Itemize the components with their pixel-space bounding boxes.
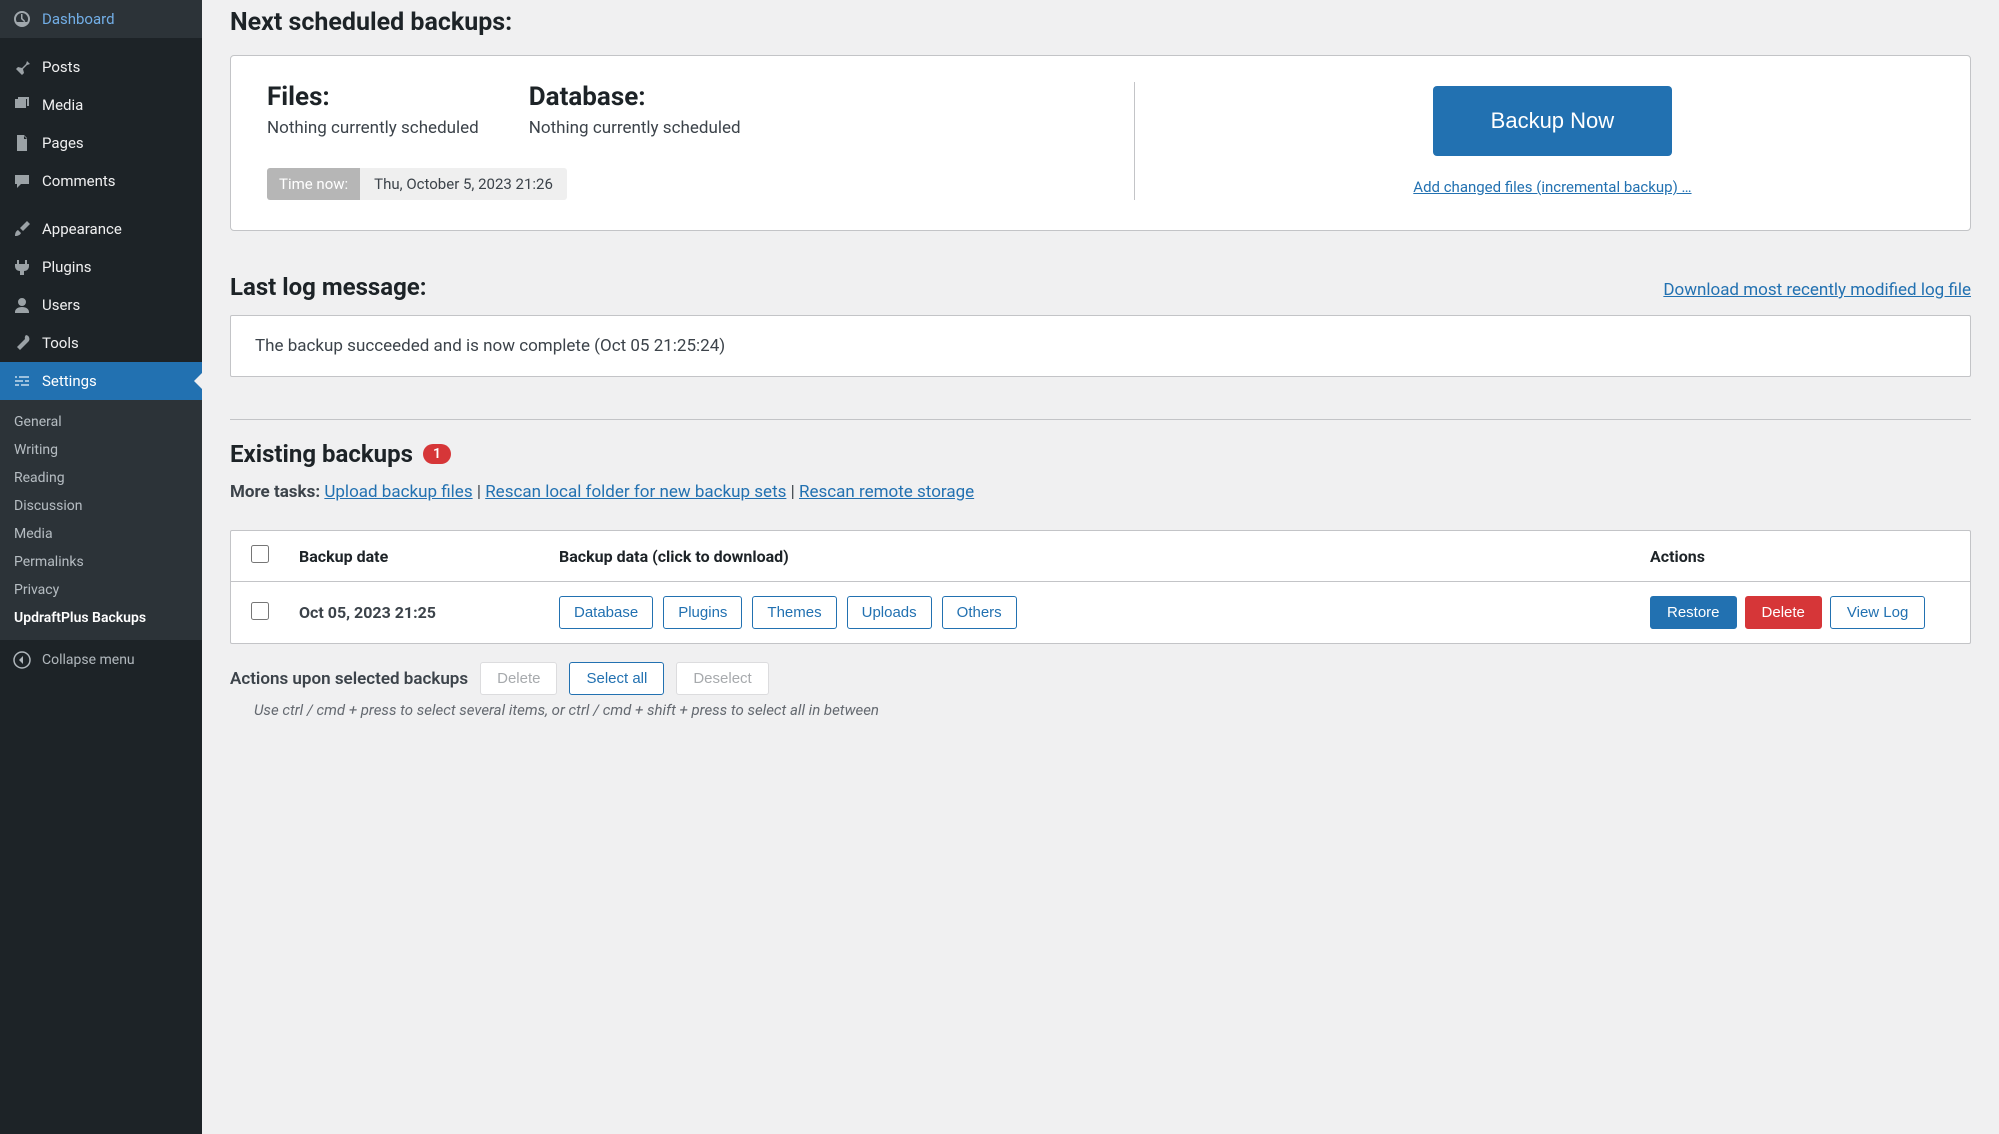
pill-themes[interactable]: Themes — [752, 596, 836, 629]
row-checkbox[interactable] — [251, 602, 269, 620]
sidebar-label: Users — [42, 296, 80, 314]
pill-uploads[interactable]: Uploads — [847, 596, 932, 629]
collapse-label: Collapse menu — [42, 652, 135, 668]
pill-plugins[interactable]: Plugins — [663, 596, 742, 629]
sidebar-label: Tools — [42, 334, 79, 352]
view-log-button[interactable]: View Log — [1830, 596, 1925, 629]
delete-button[interactable]: Delete — [1745, 596, 1822, 629]
bulk-label: Actions upon selected backups — [230, 669, 468, 689]
backup-now-button[interactable]: Backup Now — [1433, 86, 1673, 156]
rescan-remote-link[interactable]: Rescan remote storage — [799, 482, 974, 502]
bulk-delete-button[interactable]: Delete — [480, 662, 557, 695]
bulk-hint: Use ctrl / cmd + press to select several… — [230, 701, 1971, 719]
media-icon — [12, 95, 32, 115]
db-value: Nothing currently scheduled — [529, 118, 741, 138]
last-log-heading: Last log message: — [230, 273, 427, 301]
submenu-writing[interactable]: Writing — [0, 436, 202, 464]
incremental-backup-link[interactable]: Add changed files (incremental backup) … — [1413, 178, 1691, 196]
collapse-icon — [12, 650, 32, 670]
sidebar-item-settings[interactable]: Settings — [0, 362, 202, 400]
download-log-link[interactable]: Download most recently modified log file — [1663, 280, 1971, 300]
wrench-icon — [12, 333, 32, 353]
rescan-local-link[interactable]: Rescan local folder for new backup sets — [485, 482, 786, 502]
col-date-header: Backup date — [299, 547, 559, 566]
upload-backup-link[interactable]: Upload backup files — [324, 482, 472, 502]
sidebar-label: Settings — [42, 372, 97, 390]
bulk-actions: Actions upon selected backups Delete Sel… — [230, 662, 1971, 695]
backup-table: Backup date Backup data (click to downlo… — [230, 530, 1971, 644]
time-now: Time now: Thu, October 5, 2023 21:26 — [267, 168, 567, 200]
dashboard-icon — [12, 9, 32, 29]
pill-others[interactable]: Others — [942, 596, 1017, 629]
bulk-deselect-button[interactable]: Deselect — [676, 662, 768, 695]
restore-button[interactable]: Restore — [1650, 596, 1737, 629]
sidebar-item-plugins[interactable]: Plugins — [0, 248, 202, 286]
sidebar-label: Posts — [42, 58, 80, 76]
sidebar-label: Pages — [42, 134, 84, 152]
plug-icon — [12, 257, 32, 277]
sidebar-label: Appearance — [42, 220, 122, 238]
row-actions: Restore Delete View Log — [1650, 596, 1950, 629]
pin-icon — [12, 57, 32, 77]
select-all-checkbox[interactable] — [251, 545, 269, 563]
table-header: Backup date Backup data (click to downlo… — [231, 531, 1970, 582]
existing-heading-text: Existing backups — [230, 440, 413, 468]
submenu-reading[interactable]: Reading — [0, 464, 202, 492]
more-tasks-label: More tasks: — [230, 482, 320, 502]
page-icon — [12, 133, 32, 153]
scheduled-heading: Next scheduled backups: — [230, 8, 1971, 37]
submenu-media[interactable]: Media — [0, 520, 202, 548]
existing-heading: Existing backups 1 — [230, 440, 1971, 468]
sidebar-item-media[interactable]: Media — [0, 86, 202, 124]
sidebar-item-users[interactable]: Users — [0, 286, 202, 324]
admin-sidebar: Dashboard Posts Media Pages Comments App… — [0, 0, 202, 1134]
collapse-menu[interactable]: Collapse menu — [0, 640, 202, 680]
files-label: Files: — [267, 82, 479, 112]
submenu-discussion[interactable]: Discussion — [0, 492, 202, 520]
submenu-general[interactable]: General — [0, 408, 202, 436]
submenu-permalinks[interactable]: Permalinks — [0, 548, 202, 576]
backup-data-pills: Database Plugins Themes Uploads Others — [559, 596, 1650, 629]
sidebar-item-appearance[interactable]: Appearance — [0, 210, 202, 248]
scheduled-card: Files: Nothing currently scheduled Datab… — [230, 55, 1971, 231]
col-data-header: Backup data (click to download) — [559, 547, 1650, 566]
database-schedule: Database: Nothing currently scheduled — [529, 82, 741, 138]
submenu-privacy[interactable]: Privacy — [0, 576, 202, 604]
divider — [230, 419, 1971, 420]
sidebar-item-pages[interactable]: Pages — [0, 124, 202, 162]
user-icon — [12, 295, 32, 315]
pill-database[interactable]: Database — [559, 596, 653, 629]
db-label: Database: — [529, 82, 741, 112]
log-message: The backup succeeded and is now complete… — [230, 315, 1971, 377]
sidebar-item-comments[interactable]: Comments — [0, 162, 202, 200]
files-schedule: Files: Nothing currently scheduled — [267, 82, 479, 138]
sidebar-label: Dashboard — [42, 10, 115, 28]
bulk-select-all-button[interactable]: Select all — [569, 662, 664, 695]
sidebar-item-tools[interactable]: Tools — [0, 324, 202, 362]
submenu-updraftplus[interactable]: UpdraftPlus Backups — [0, 604, 202, 632]
sidebar-label: Media — [42, 96, 83, 114]
col-actions-header: Actions — [1650, 547, 1950, 566]
slider-icon — [12, 371, 32, 391]
files-value: Nothing currently scheduled — [267, 118, 479, 138]
sidebar-item-posts[interactable]: Posts — [0, 48, 202, 86]
backup-date: Oct 05, 2023 21:25 — [299, 603, 559, 622]
table-row: Oct 05, 2023 21:25 Database Plugins Them… — [231, 582, 1970, 643]
sidebar-label: Plugins — [42, 258, 91, 276]
backup-count-badge: 1 — [423, 444, 451, 464]
sidebar-label: Comments — [42, 172, 116, 190]
more-tasks: More tasks: Upload backup files | Rescan… — [230, 482, 1971, 502]
sidebar-item-dashboard[interactable]: Dashboard — [0, 0, 202, 38]
main-content: Next scheduled backups: Files: Nothing c… — [202, 0, 1999, 1134]
time-now-label: Time now: — [267, 168, 360, 200]
comment-icon — [12, 171, 32, 191]
time-now-value: Thu, October 5, 2023 21:26 — [360, 168, 567, 200]
brush-icon — [12, 219, 32, 239]
settings-submenu: General Writing Reading Discussion Media… — [0, 400, 202, 640]
